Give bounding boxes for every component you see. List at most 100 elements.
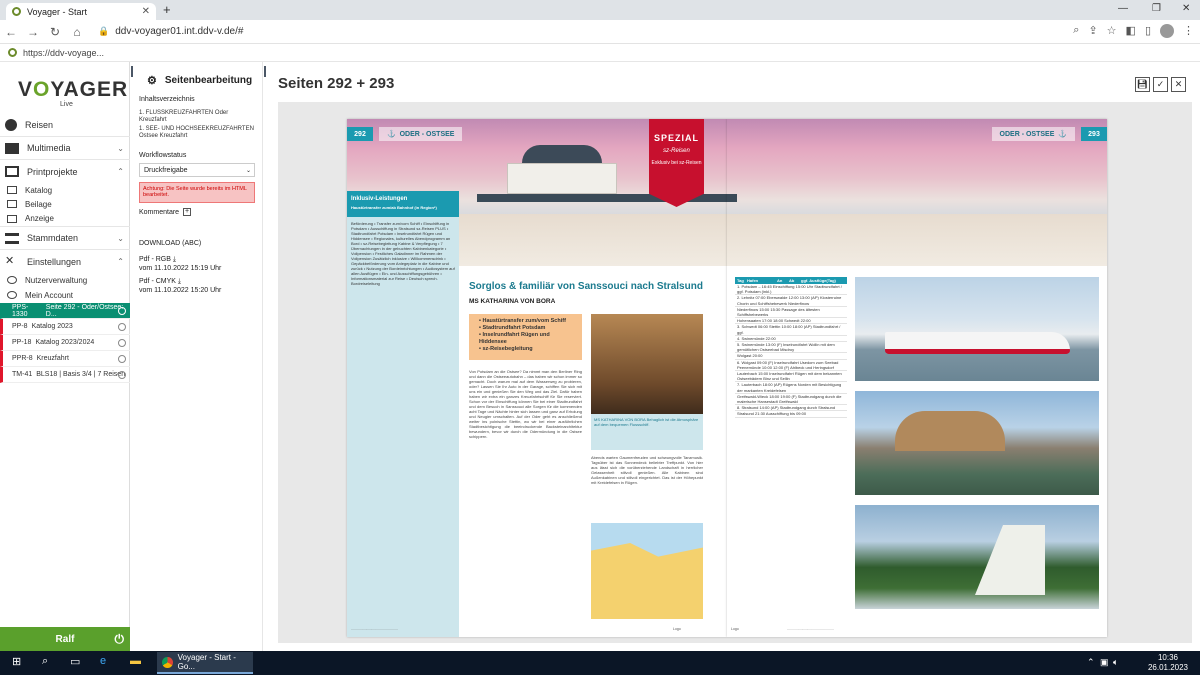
menu-icon[interactable]: ⋮ xyxy=(1183,24,1194,38)
share-icon[interactable]: ⇪ xyxy=(1088,24,1097,38)
confirm-button[interactable]: ✓ xyxy=(1153,77,1168,92)
project-item[interactable]: PPS-1330 Seite 292 - Oder/Ostsee: D... xyxy=(0,303,130,319)
save-button[interactable]: 💾︎ xyxy=(1135,77,1150,92)
close-button[interactable]: ✕ xyxy=(1171,77,1186,92)
project-item[interactable]: TM-41 BLS18 | Basis 3/4 | 7 Reisen xyxy=(0,367,130,383)
sidebar-item-stammdaten[interactable]: Stammdaten ⌄ xyxy=(0,227,130,250)
table-row: 5. Swinemünde 13:00 (F) Inselrundfahrt W… xyxy=(735,342,847,354)
sidebar-item-printprojekte[interactable]: Printprojekte ⌃ xyxy=(0,160,130,183)
spezial-badge: SPEZIAL sz-Reisen Exklusiv bei sz-Reisen xyxy=(649,119,704,207)
browser-tab-strip: Voyager - Start ✕ + — ❐ ✕ xyxy=(0,0,1200,20)
address-bar: ← → ↻ ⌂ 🔒 ddv-voyager01.int.ddv-v.de/# ⌕… xyxy=(0,20,1200,44)
chrome-icon xyxy=(162,656,173,668)
sidebar-sub-beilage[interactable]: Beilage xyxy=(0,197,130,211)
gear-icon: ⚙ xyxy=(147,75,157,87)
download-icon: ⤓ xyxy=(177,278,182,285)
close-window-icon[interactable]: ✕ xyxy=(1182,3,1190,14)
maximize-icon[interactable]: ❐ xyxy=(1152,3,1161,14)
extensions-icon[interactable]: ◧ xyxy=(1126,24,1136,38)
search-icon[interactable]: ⌕ xyxy=(1073,24,1079,38)
inclusive-box: Inklusiv-Leistungen Haustürtransfer zum/… xyxy=(347,191,459,637)
sidepanel-icon[interactable]: ▯ xyxy=(1145,24,1151,38)
workflow-select[interactable]: Druckfreigabe ⌄ xyxy=(139,163,255,177)
search-icon[interactable]: ⌕ xyxy=(42,655,48,668)
home-icon[interactable]: ⌂ xyxy=(66,25,88,39)
close-circle-icon[interactable] xyxy=(118,306,126,315)
bookmark-favicon-icon xyxy=(8,48,17,57)
bookmark-link[interactable]: https://ddv-voyage... xyxy=(23,48,104,58)
project-code: PP-18 xyxy=(12,339,32,346)
windows-start-icon[interactable]: ⊞ xyxy=(12,655,21,668)
sidebar-item-reisen[interactable]: Reisen xyxy=(0,114,130,137)
toc-item[interactable]: 1. FLUSSKREUZFAHRTEN Oder Kreuzfahrt xyxy=(139,110,257,124)
app: VOYAGER Live Reisen Multimedia ⌄ Printpr… xyxy=(0,62,1200,651)
user-bar: Ralf ⏻ xyxy=(0,627,130,651)
project-label: BLS18 | Basis 3/4 | 7 Reisen xyxy=(36,371,126,378)
account-icon xyxy=(7,291,17,299)
new-tab-icon[interactable]: + xyxy=(163,2,171,17)
close-circle-icon[interactable] xyxy=(118,370,126,379)
user-name: Ralf xyxy=(55,633,75,645)
page-header-right: ODER - OSTSEE ⚓ 293 xyxy=(991,127,1107,141)
chevron-down-icon: ⌄ xyxy=(245,167,251,174)
browser-tab[interactable]: Voyager - Start ✕ xyxy=(6,3,156,20)
project-label: Katalog 2023 xyxy=(31,323,73,330)
sidebar-item-multimedia[interactable]: Multimedia ⌄ xyxy=(0,137,130,160)
pdf-cmyk-link[interactable]: Pdf - CMYK ⤓ vom 11.10.2022 15:20 Uhr xyxy=(139,277,221,295)
project-item[interactable]: PP-18 Katalog 2023/2024 xyxy=(0,335,130,351)
sub-label: Beilage xyxy=(25,199,52,209)
voyager-logo: VOYAGER xyxy=(18,78,129,101)
spread-preview: 292 ⚓ ODER - OSTSEE SPEZIAL sz-Reisen Ex… xyxy=(278,102,1192,643)
sidebar-sub-anzeige[interactable]: Anzeige xyxy=(0,211,130,227)
minimize-icon[interactable]: — xyxy=(1118,3,1128,14)
warning-banner: Achtung: Die Seite wurde bereits im HTML… xyxy=(139,182,255,203)
project-code: PP-8 xyxy=(12,323,28,330)
power-icon[interactable]: ⏻ xyxy=(115,632,125,647)
pdf-rgb-link[interactable]: Pdf - RGB ⤓ vom 11.10.2022 15:19 Uhr xyxy=(139,255,221,273)
table-row: 2. Lehnitz 07:00 Eberswalde 12:00 13:00 … xyxy=(735,295,847,307)
project-item[interactable]: PPR-8 Kreuzfahrt xyxy=(0,351,130,367)
cabin-caption: MS KATHARINA VON BORA Behaglich ist die … xyxy=(591,414,703,450)
toc-label: Inhaltsverzeichnis xyxy=(139,96,195,103)
sidebar-sub-mein-account[interactable]: Mein Account xyxy=(0,287,130,303)
clock[interactable]: 10:36 26.01.2023 xyxy=(1148,653,1188,673)
volume-icon[interactable]: 🔈︎ xyxy=(1113,657,1118,668)
project-label: Katalog 2023/2024 xyxy=(35,339,95,346)
reload-icon[interactable]: ↻ xyxy=(44,25,66,39)
project-code: PPR-8 xyxy=(12,355,33,362)
close-circle-icon[interactable] xyxy=(118,338,126,347)
sidebar-sub-katalog[interactable]: Katalog xyxy=(0,183,130,197)
close-circle-icon[interactable] xyxy=(118,354,126,363)
chevron-up-icon: ⌃ xyxy=(117,167,124,176)
close-tab-icon[interactable]: ✕ xyxy=(142,6,150,17)
edge-icon[interactable]: e xyxy=(100,655,106,667)
profile-avatar[interactable] xyxy=(1160,24,1174,38)
forward-icon[interactable]: → xyxy=(22,25,44,39)
main-area: Seiten 292 + 293 💾︎ ✓ ✕ 292 ⚓ ODER - OST… xyxy=(266,62,1200,651)
explorer-icon[interactable]: ▬ xyxy=(130,655,141,667)
voyager-favicon-icon xyxy=(12,7,21,16)
highlights-box: • Haustürtransfer zum/vom Schiff • Stadt… xyxy=(469,314,582,360)
table-row: 1. Potsdam – 16:45 Einschiffung 15:00 Uh… xyxy=(735,284,847,296)
network-icon[interactable]: ▣ xyxy=(1100,657,1109,668)
task-view-icon[interactable]: ▭ xyxy=(70,655,80,668)
back-icon[interactable]: ← xyxy=(0,25,22,39)
star-icon[interactable]: ☆ xyxy=(1107,24,1117,38)
add-comment-icon[interactable]: + xyxy=(183,208,192,216)
close-circle-icon[interactable] xyxy=(118,322,126,331)
toc-item[interactable]: 1. SEE- UND HOCHSEEKREUZFAHRTEN Ostsee K… xyxy=(139,126,257,140)
project-item[interactable]: PP-8 Katalog 2023 xyxy=(0,319,130,335)
chevron-down-icon: ⌄ xyxy=(117,143,124,153)
download-icon: ⤓ xyxy=(172,256,176,263)
sidebar-item-einstellungen[interactable]: ✕ Einstellungen ⌃ xyxy=(0,250,130,273)
page-292[interactable]: 292 ⚓ ODER - OSTSEE SPEZIAL sz-Reisen Ex… xyxy=(347,119,727,637)
table-row: 3. Schwedt 06:00 Stettin 10:00 18:00 (AP… xyxy=(735,324,847,336)
url-field[interactable]: 🔒 ddv-voyager01.int.ddv-v.de/# xyxy=(98,26,243,37)
table-row: Greifswald-Wieck 18:00 19:00 (F) Stadtru… xyxy=(735,394,847,406)
tray-chevron-icon[interactable]: ⌃ xyxy=(1087,657,1095,668)
page-293[interactable]: ODER - OSTSEE ⚓ 293 Tag Hafen An Ab ggf.… xyxy=(727,119,1107,637)
sidebar-sub-nutzerverwaltung[interactable]: Nutzerverwaltung xyxy=(0,273,130,287)
sidebar-item-label: Stammdaten xyxy=(27,233,79,243)
taskbar-chrome-window[interactable]: Voyager - Start - Go... xyxy=(157,652,253,674)
sidebar-item-label: Einstellungen xyxy=(27,256,82,267)
